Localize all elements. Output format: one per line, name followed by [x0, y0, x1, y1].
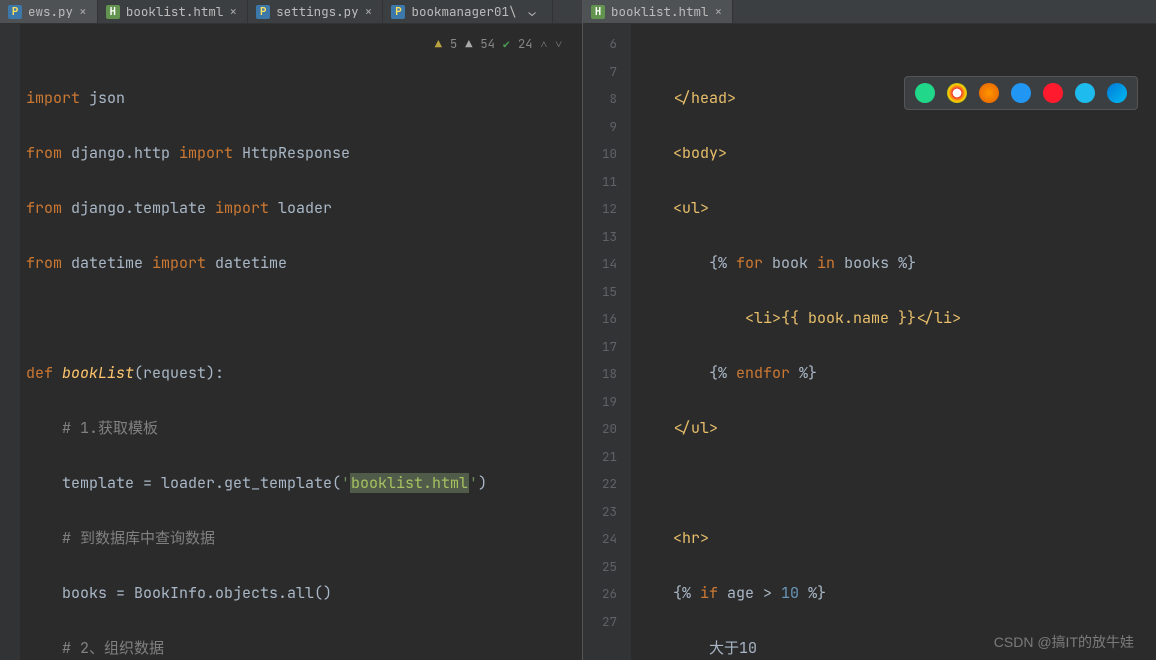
code-line[interactable]: <ul> [631, 195, 1156, 223]
html-icon: H [591, 5, 605, 19]
chevron-down-icon[interactable]: ⌄ [523, 4, 542, 20]
line-gutter: 6789101112131415161718192021222324252627 [583, 24, 631, 660]
code-line[interactable]: from django.http import HttpResponse [20, 140, 582, 168]
tab-booklist-html[interactable]: H booklist.html × [98, 0, 248, 23]
code-line[interactable]: </head> [631, 85, 1156, 113]
code-line[interactable]: {% for book in books %} [631, 250, 1156, 278]
html-icon: H [106, 5, 120, 19]
tab-settings-py[interactable]: P settings.py × [248, 0, 383, 23]
right-editor-panel: H booklist.html × 6789101112131415161718… [582, 0, 1156, 660]
code-line[interactable]: books = BookInfo.objects.all() [20, 580, 582, 608]
chevron-up-icon[interactable]: ˄ [540, 31, 547, 59]
code-line[interactable]: def bookList(request): [20, 360, 582, 388]
tab-ews-py[interactable]: P ews.py × [0, 0, 98, 23]
code-line[interactable]: <li>{{ book.name }}</li> [631, 305, 1156, 333]
python-icon: P [256, 5, 270, 19]
code-line[interactable]: # 到数据库中查询数据 [20, 525, 582, 553]
right-tabs: H booklist.html × [583, 0, 1156, 24]
left-editor-panel: P ews.py × H booklist.html × P settings.… [0, 0, 582, 660]
watermark: CSDN @搞IT的放牛娃 [994, 632, 1134, 652]
close-icon[interactable]: × [229, 3, 237, 20]
tab-bookmanager01[interactable]: P bookmanager01\ ⌄ [383, 0, 552, 23]
tab-label: booklist.html [126, 3, 224, 20]
code-line[interactable]: from datetime import datetime [20, 250, 582, 278]
code-line[interactable]: # 2、组织数据 [20, 635, 582, 660]
code-line[interactable]: </ul> [631, 415, 1156, 443]
checkmark-icon: ✔ [503, 31, 510, 59]
tab-label: ews.py [28, 3, 73, 20]
weak-warning-icon: ▲ [465, 31, 472, 59]
weak-count: 54 [480, 31, 494, 59]
tab-label: bookmanager01\ [411, 3, 516, 20]
chevron-down-icon[interactable]: ˅ [555, 31, 562, 59]
code-line[interactable]: <body> [631, 140, 1156, 168]
warning-count: 5 [450, 31, 457, 59]
close-icon[interactable]: × [79, 3, 87, 20]
inspections-widget[interactable]: ▲ 5 ▲ 54 ✔ 24 ˄ ˅ [431, 30, 566, 60]
code-line[interactable]: {% if age > 10 %} [631, 580, 1156, 608]
code-line[interactable] [631, 470, 1156, 498]
code-line[interactable]: import json [20, 85, 582, 113]
tab-booklist-html[interactable]: H booklist.html × [583, 0, 733, 23]
close-icon[interactable]: × [365, 3, 373, 20]
left-tabs: P ews.py × H booklist.html × P settings.… [0, 0, 582, 24]
tab-label: settings.py [276, 3, 359, 20]
tab-label: booklist.html [611, 3, 709, 20]
code-line[interactable]: template = loader.get_template('booklist… [20, 470, 582, 498]
right-editor[interactable]: 6789101112131415161718192021222324252627… [583, 24, 1156, 660]
left-editor[interactable]: ▲ 5 ▲ 54 ✔ 24 ˄ ˅ import json from django.h… [0, 24, 582, 660]
code-line[interactable]: # 1.获取模板 [20, 415, 582, 443]
ok-count: 24 [518, 31, 532, 59]
python-icon: P [8, 5, 22, 19]
python-icon: P [391, 5, 405, 19]
code-line[interactable] [20, 305, 582, 333]
code-line[interactable]: from django.template import loader [20, 195, 582, 223]
warning-icon: ▲ [435, 31, 442, 59]
fold-gutter [0, 24, 20, 660]
code-area[interactable]: </head> <body> <ul> {% for book in books… [631, 24, 1156, 660]
code-area[interactable]: ▲ 5 ▲ 54 ✔ 24 ˄ ˅ import json from django.h… [20, 24, 582, 660]
code-line[interactable]: <hr> [631, 525, 1156, 553]
close-icon[interactable]: × [715, 3, 723, 20]
code-line[interactable]: {% endfor %} [631, 360, 1156, 388]
